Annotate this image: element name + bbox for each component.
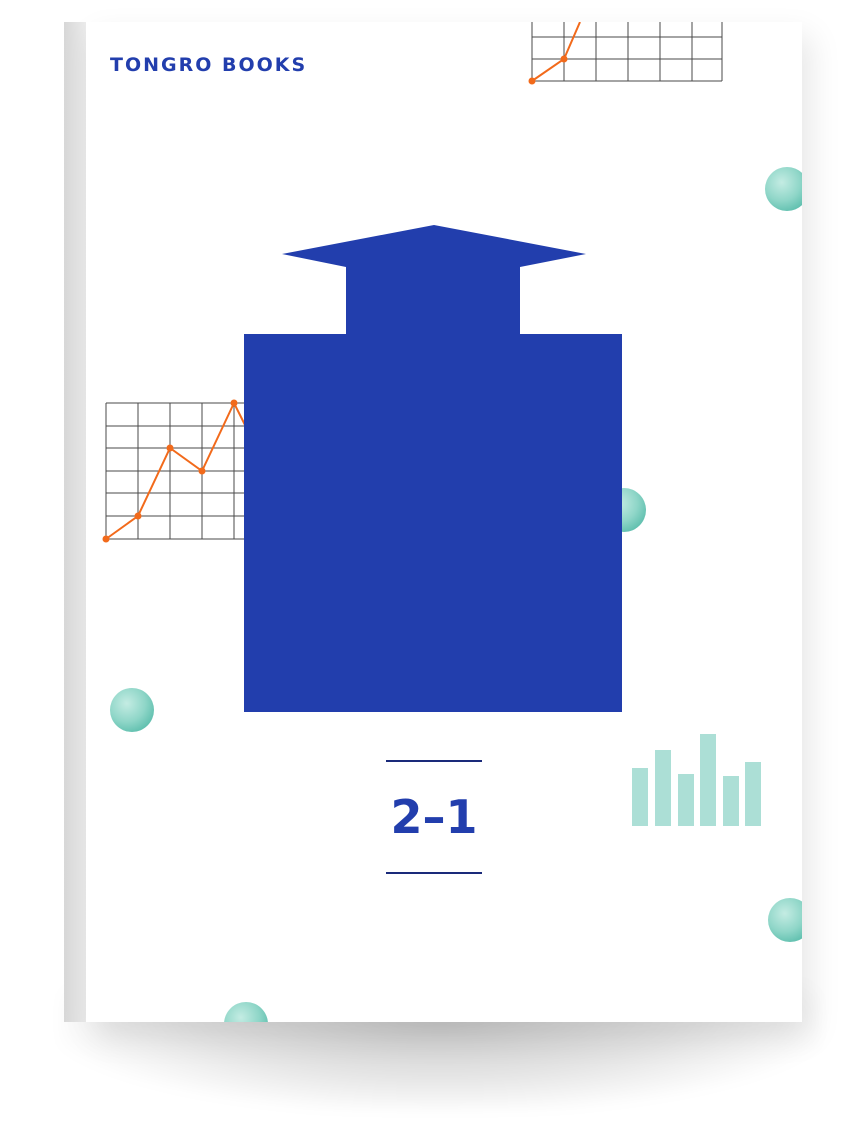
- top-line-chart-icon: [528, 22, 723, 85]
- graduation-cap-icon: [244, 225, 622, 712]
- book-cover: TONGRO BOOKS 2–1: [86, 22, 802, 1022]
- volume-block: 2–1: [386, 760, 482, 874]
- sphere-icon: [110, 688, 154, 732]
- book-spine: [64, 22, 86, 1022]
- volume-number: 2–1: [390, 790, 478, 844]
- sphere-icon: [224, 1002, 268, 1022]
- bar-chart-icon: [632, 734, 761, 826]
- left-line-chart-icon: [102, 399, 247, 543]
- sphere-icon: [765, 167, 802, 211]
- book-mockup: TONGRO BOOKS 2–1: [0, 0, 864, 1134]
- publisher-name: TONGRO BOOKS: [110, 54, 308, 76]
- sphere-icon: [768, 898, 802, 942]
- bottom-divider: [386, 872, 482, 874]
